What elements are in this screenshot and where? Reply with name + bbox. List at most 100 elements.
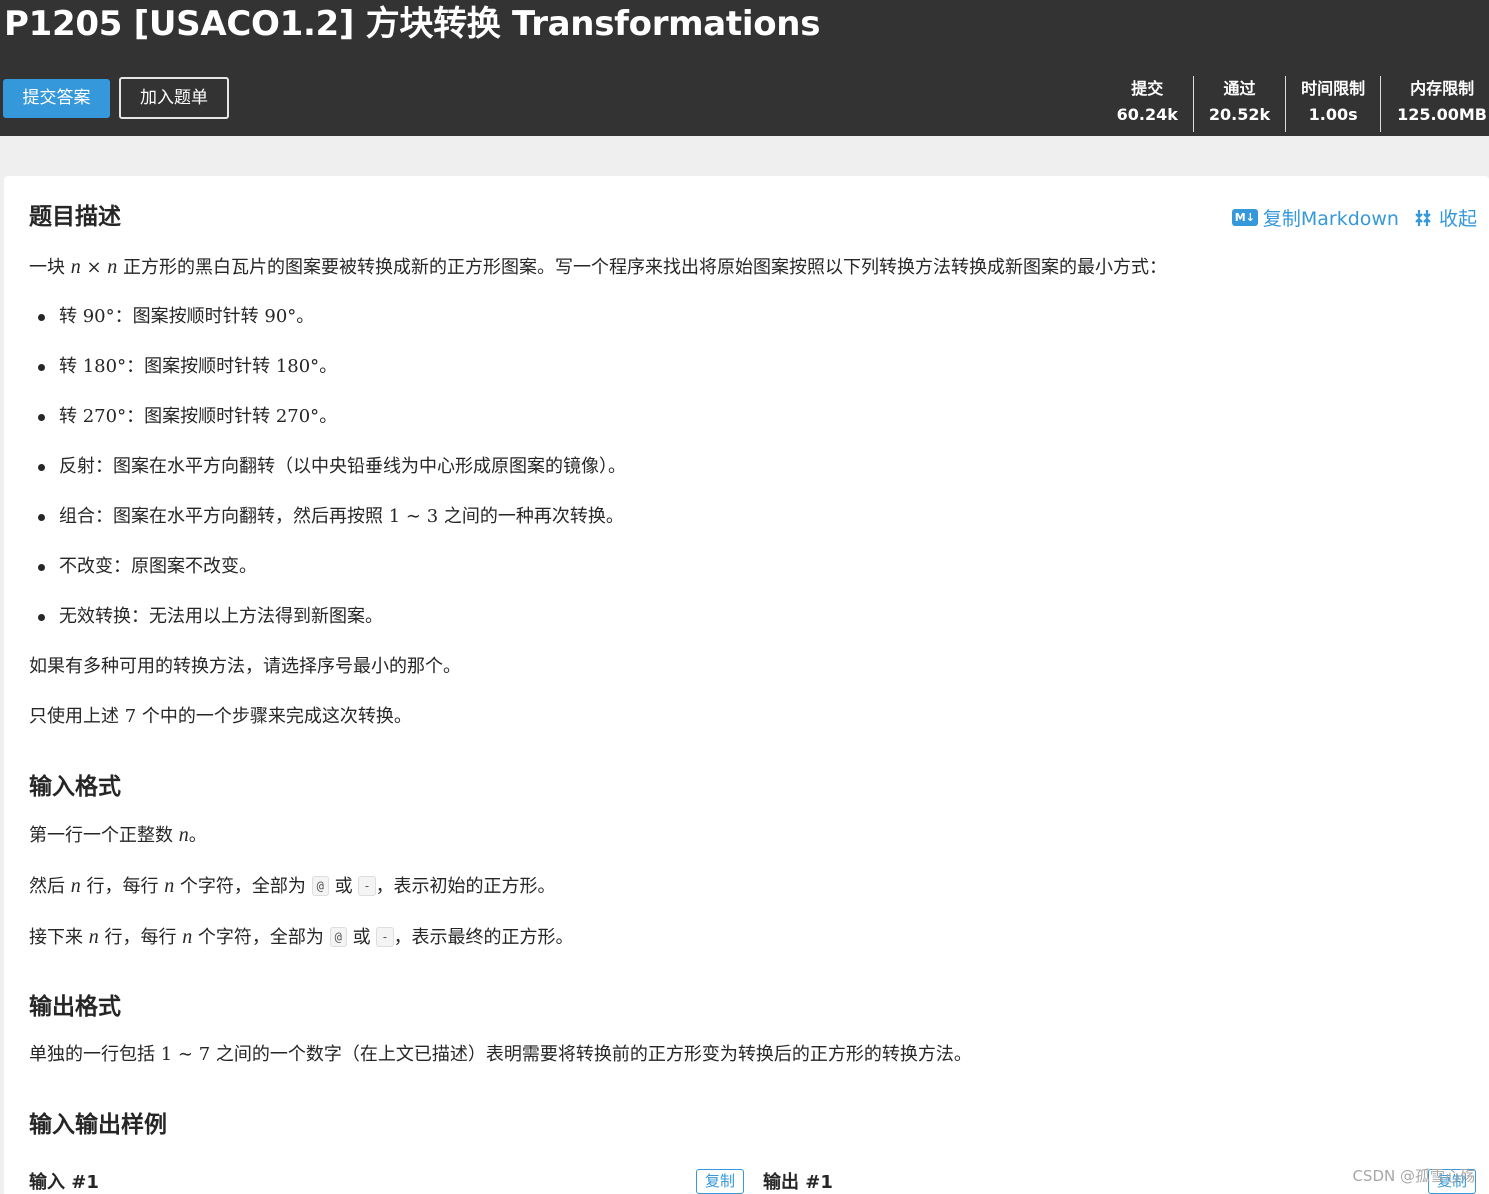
inline-code: @: [311, 876, 329, 896]
copy-markdown-label: 复制Markdown: [1262, 208, 1399, 230]
list-item: 转 270°：图案按顺时针转 270°。: [59, 403, 337, 431]
text: 或: [328, 876, 359, 897]
input-format-line: 第一行一个正整数 n。: [29, 821, 207, 850]
sample-input-label: 输入 #1: [29, 1172, 99, 1193]
list-item: 反射：图案在水平方向翻转（以中央铅垂线为中心形成原图案的镜像）。: [59, 453, 626, 481]
copy-markdown-button[interactable]: M↓ 复制Markdown: [1231, 204, 1399, 231]
text: 正方形的黑白瓦片的图案要被转换成新的正方形图案。写一个程序来找出将原始图案按照以…: [117, 257, 1167, 278]
text: 组合：图案在水平方向翻转，然后再按照: [59, 506, 389, 527]
text: 。: [188, 825, 207, 846]
input-format-heading: 输入格式: [29, 774, 121, 800]
text: 之间的一种再次转换。: [438, 506, 624, 527]
inline-code: -: [358, 876, 376, 896]
math: 1 ∼ 7: [160, 1044, 211, 1065]
inline-code: @: [329, 927, 347, 947]
text: 接下来: [29, 927, 89, 948]
stat-value: 60.24k: [1116, 105, 1178, 124]
text: 一块: [29, 257, 71, 278]
math-op: ×: [80, 257, 108, 278]
math: 180°: [275, 356, 320, 377]
stat-time-limit: 时间限制 1.00s: [1285, 76, 1380, 132]
text: 行，每行: [98, 927, 183, 948]
stat-label: 提交: [1131, 79, 1164, 98]
copy-input-button[interactable]: 复制: [696, 1169, 744, 1194]
text: 无效转换：无法用以上方法得到新图案。: [59, 606, 383, 627]
sample-output-label: 输出 #1: [763, 1172, 833, 1193]
math-var: n: [178, 824, 189, 846]
text: ：图案按顺时针转: [126, 406, 276, 427]
problem-card: M↓ 复制Markdown 收起 题目描述 一块 n × n 正方形的黑白瓦片的…: [4, 176, 1489, 1194]
stat-label: 时间限制: [1301, 79, 1366, 98]
markdown-icon: M↓: [1231, 209, 1258, 226]
page-title: P1205 [USACO1.2] 方块转换 Transformations: [4, 4, 821, 44]
collapse-button[interactable]: 收起: [1413, 204, 1477, 231]
text: 。: [296, 306, 315, 327]
math-var: n: [70, 256, 81, 278]
math-var: n: [70, 875, 81, 897]
list-item: 无效转换：无法用以上方法得到新图案。: [59, 603, 383, 631]
math: 270°: [275, 406, 320, 427]
input-format-line: 然后 n 行，每行 n 个字符，全部为 @ 或 - ，表示初始的正方形。: [29, 872, 556, 901]
stat-submissions: 提交 60.24k: [1102, 76, 1193, 132]
text: 然后: [29, 876, 71, 897]
text: 之间的一个数字（在上文已描述）表明需要将转换前的正方形变为转换后的正方形的转换方…: [210, 1044, 972, 1065]
stat-value: 1.00s: [1308, 105, 1358, 124]
text: 不改变：原图案不改变。: [59, 556, 257, 577]
text: ，表示初始的正方形。: [375, 876, 556, 897]
text: 转: [59, 406, 83, 427]
text: 。: [319, 356, 338, 377]
add-to-list-button[interactable]: 加入题单: [119, 77, 229, 119]
samples-heading: 输入输出样例: [29, 1112, 167, 1138]
watermark: CSDN @孤雪心殇: [1352, 1167, 1475, 1185]
text: 转: [59, 306, 83, 327]
bullet: [38, 564, 45, 571]
list-item: 转 180°：图案按顺时针转 180°。: [59, 353, 337, 381]
collapse-label: 收起: [1438, 208, 1477, 230]
text: 只使用上述: [29, 706, 125, 727]
stat-label: 通过: [1223, 79, 1256, 98]
math-var: n: [164, 875, 175, 897]
stat-accepted: 通过 20.52k: [1192, 76, 1285, 132]
text: ，表示最终的正方形。: [393, 927, 574, 948]
list-item: 转 90°：图案按顺时针转 90°。: [59, 303, 314, 331]
stat-value: 20.52k: [1208, 105, 1271, 124]
stat-value: 125.00MB: [1397, 105, 1487, 124]
stat-label: 内存限制: [1410, 79, 1475, 98]
math: 7: [124, 706, 137, 727]
list-item: 组合：图案在水平方向翻转，然后再按照 1 ∼ 3 之间的一种再次转换。: [59, 503, 624, 531]
description-note: 只使用上述 7 个中的一个步骤来完成这次转换。: [29, 703, 412, 731]
inline-code: -: [376, 927, 394, 947]
math: 270°: [82, 406, 127, 427]
text: 反射：图案在水平方向翻转（以中央铅垂线为中心形成原图案的镜像）。: [59, 456, 626, 477]
text: 转: [59, 356, 83, 377]
submit-answer-button[interactable]: 提交答案: [3, 79, 110, 118]
stat-memory-limit: 内存限制 125.00MB: [1380, 76, 1489, 132]
problem-stats: 提交 60.24k 通过 20.52k 时间限制 1.00s 内存限制 125.…: [1102, 76, 1489, 132]
bullet: [38, 414, 45, 421]
bullet: [38, 464, 45, 471]
math: 1 ∼ 3: [388, 506, 439, 527]
list-item: 不改变：原图案不改变。: [59, 553, 257, 581]
text: 单独的一行包括: [29, 1044, 161, 1065]
bullet: [38, 364, 45, 371]
card-toolbar: M↓ 复制Markdown 收起: [1231, 204, 1477, 231]
bullet: [38, 314, 45, 321]
description-intro: 一块 n × n 正方形的黑白瓦片的图案要被转换成新的正方形图案。写一个程序来找…: [29, 253, 1167, 282]
text: ：图案按顺时针转: [126, 356, 276, 377]
input-format-line: 接下来 n 行，每行 n 个字符，全部为 @ 或 - ，表示最终的正方形。: [29, 923, 574, 952]
text: 第一行一个正整数: [29, 825, 179, 846]
math: 180°: [82, 356, 127, 377]
bullet: [38, 514, 45, 521]
collapse-icon: [1415, 209, 1431, 226]
description-note: 如果有多种可用的转换方法，请选择序号最小的那个。: [29, 656, 461, 677]
text: ：图案按顺时针转: [114, 306, 265, 327]
text: 个字符，全部为: [174, 876, 312, 897]
math-var: n: [107, 256, 118, 278]
bullet: [38, 614, 45, 621]
text: 个字符，全部为: [192, 927, 330, 948]
problem-header: P1205 [USACO1.2] 方块转换 Transformations 提交…: [0, 0, 1489, 136]
text: 个中的一个步骤来完成这次转换。: [136, 706, 412, 727]
output-format-heading: 输出格式: [29, 994, 121, 1020]
text: 。: [319, 406, 338, 427]
description-heading: 题目描述: [29, 204, 121, 230]
